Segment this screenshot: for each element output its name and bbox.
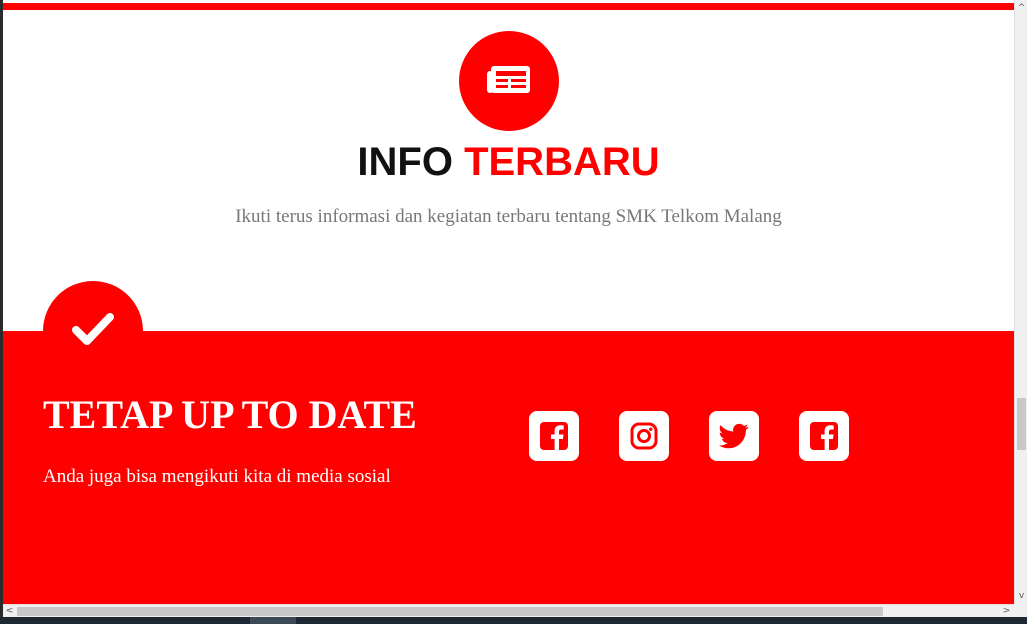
newspaper-icon [487, 66, 530, 93]
section-subtitle: Ikuti terus informasi dan kegiatan terba… [235, 206, 782, 227]
taskbar-item[interactable] [250, 617, 296, 624]
scroll-up-icon[interactable]: ^ [1015, 2, 1027, 14]
title-part2: TERBARU [464, 140, 660, 184]
facebook-icon [540, 422, 568, 451]
vertical-scrollbar[interactable]: ^ v [1014, 0, 1027, 604]
instagram-link[interactable] [619, 411, 669, 461]
scroll-down-icon[interactable]: v [1015, 590, 1027, 602]
check-icon-circle [43, 281, 143, 381]
facebook-link-2[interactable] [799, 411, 849, 461]
scrollbar-corner [1014, 604, 1027, 617]
twitter-link[interactable] [709, 411, 759, 461]
vertical-scroll-thumb[interactable] [1017, 398, 1026, 450]
horizontal-scrollbar[interactable]: < > [3, 604, 1014, 617]
title-part1: INFO [357, 140, 453, 184]
up-to-date-subtitle: Anda juga bisa mengikuti kita di media s… [43, 466, 391, 487]
taskbar [0, 617, 1027, 624]
news-icon-circle [459, 31, 559, 131]
instagram-icon [630, 422, 658, 450]
facebook-icon [810, 422, 838, 451]
horizontal-scroll-thumb[interactable] [17, 607, 883, 616]
scroll-left-icon[interactable]: < [3, 605, 16, 617]
scroll-right-icon[interactable]: > [1000, 605, 1013, 617]
check-icon [72, 313, 114, 345]
top-accent-bar [3, 3, 1014, 10]
facebook-link[interactable] [529, 411, 579, 461]
up-to-date-title: TETAP UP TO DATE [43, 392, 417, 437]
twitter-icon [719, 423, 749, 449]
section-title: INFO TERBARU [3, 138, 1014, 186]
